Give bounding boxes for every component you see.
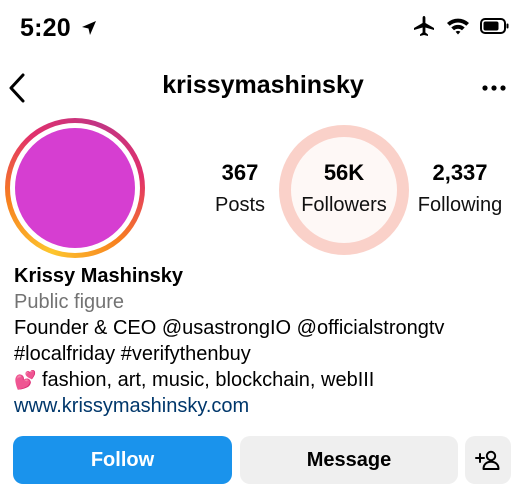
status-bar-icons bbox=[412, 15, 510, 42]
bio-line: Founder & CEO @usastrongIO @officialstro… bbox=[14, 317, 445, 339]
bio-line: #localfriday #verifythenbuy bbox=[14, 343, 251, 365]
followers-stat[interactable]: 56K Followers bbox=[294, 160, 394, 218]
avatar-story-ring[interactable] bbox=[5, 118, 145, 258]
following-stat[interactable]: 2,337 Following bbox=[405, 160, 515, 218]
profile-category: Public figure bbox=[14, 291, 125, 313]
wifi-icon bbox=[446, 16, 470, 41]
followers-count: 56K bbox=[323, 160, 365, 185]
posts-label: Posts bbox=[214, 194, 266, 216]
profile-username: krissymashinsky bbox=[162, 71, 364, 99]
profile-name: Krissy Mashinsky bbox=[14, 265, 183, 287]
follow-button[interactable]: Follow bbox=[13, 436, 232, 484]
posts-stat: 367 Posts bbox=[195, 160, 285, 218]
add-user-icon bbox=[475, 450, 500, 470]
battery-icon bbox=[480, 18, 510, 39]
following-label: Following bbox=[417, 194, 503, 216]
profile-bio: Krissy Mashinsky Public figure Founder &… bbox=[14, 263, 516, 419]
two-hearts-emoji-icon: 💕 bbox=[14, 370, 37, 390]
airplane-icon bbox=[412, 15, 436, 42]
avatar bbox=[15, 128, 135, 248]
posts-count: 367 bbox=[221, 160, 259, 185]
website-link[interactable]: www.krissymashinsky.com bbox=[14, 393, 516, 419]
followers-label: Followers bbox=[301, 194, 387, 216]
location-arrow-icon bbox=[80, 15, 98, 44]
time-text: 5:20 bbox=[20, 14, 71, 42]
message-button[interactable]: Message bbox=[240, 436, 458, 484]
more-options-button[interactable] bbox=[478, 80, 512, 96]
bio-line-text: fashion, art, music, blockchain, webIII bbox=[41, 369, 375, 391]
bio-line-interests: 💕 fashion, art, music, blockchain, webII… bbox=[14, 367, 516, 393]
status-bar-time: 5:20 bbox=[20, 14, 98, 44]
following-count: 2,337 bbox=[432, 160, 488, 185]
more-horizontal-icon bbox=[482, 85, 506, 91]
suggested-users-button[interactable] bbox=[465, 436, 511, 484]
